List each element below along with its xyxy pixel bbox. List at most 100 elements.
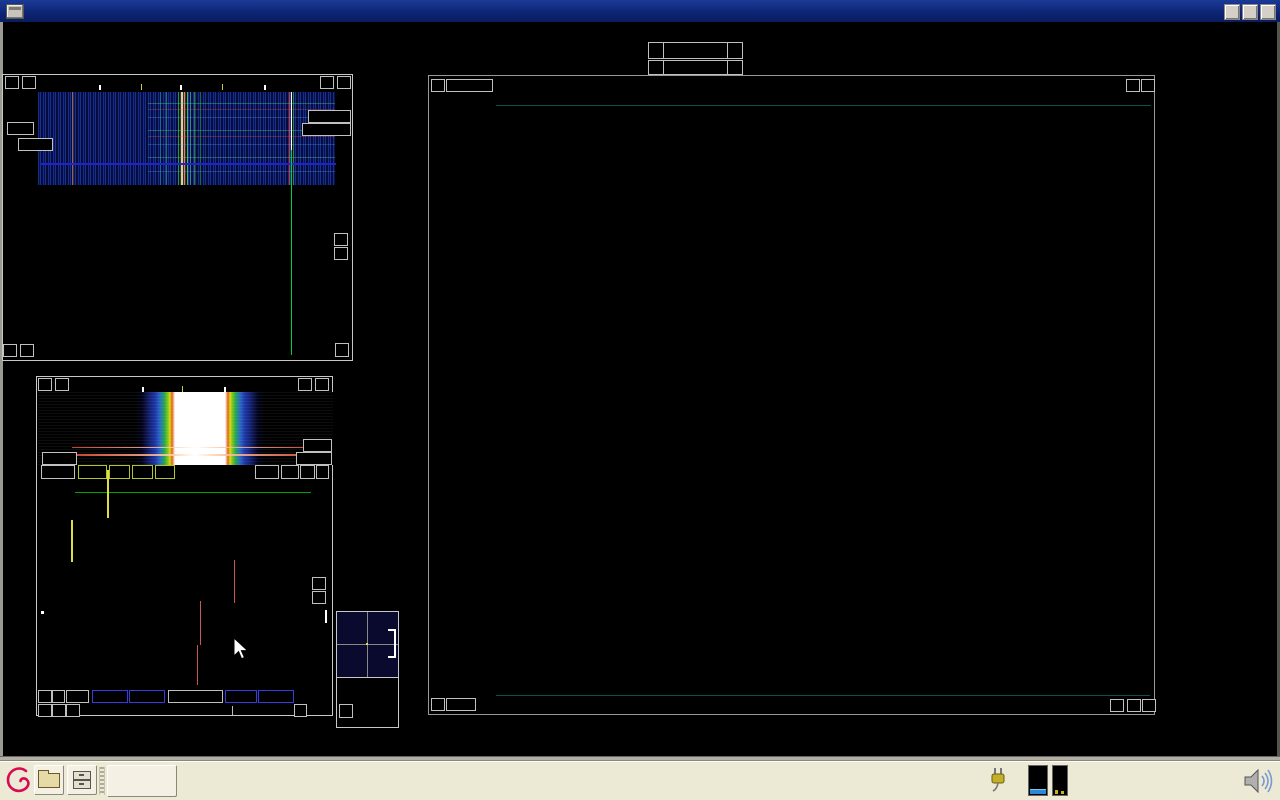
nb-gain-top-box[interactable] (303, 439, 332, 452)
file-cabinet-icon (73, 771, 91, 789)
nb-digit-box-2[interactable] (281, 465, 299, 479)
a2-button[interactable] (109, 465, 130, 479)
off-button-2[interactable] (129, 690, 165, 703)
waterfall-streak (72, 454, 318, 456)
restore-button[interactable] (1242, 4, 1258, 20)
ad-mode-control (648, 60, 743, 75)
rat-control[interactable] (168, 690, 223, 703)
tick (99, 85, 101, 90)
fr-right-button[interactable] (1110, 699, 1124, 712)
freq-up-button[interactable] (727, 43, 742, 58)
folder-icon (38, 773, 60, 788)
mode-down-button[interactable] (649, 61, 664, 74)
wb-bottom-down-button[interactable] (20, 344, 34, 357)
agc-button[interactable] (78, 465, 107, 479)
marker-dot (41, 611, 44, 614)
wb-gain-top-box[interactable] (308, 110, 351, 123)
tick (180, 85, 182, 90)
fr-left-button[interactable] (1127, 699, 1141, 712)
minimize-button[interactable] (1224, 4, 1240, 20)
nb-scroll-left2-button[interactable] (315, 378, 329, 391)
s-button[interactable] (339, 704, 353, 718)
nb-box-0[interactable] (294, 704, 307, 717)
mode-value[interactable] (664, 61, 727, 74)
off-button-3[interactable] (225, 690, 257, 703)
frequency-value[interactable] (664, 43, 727, 58)
taskbar-separator[interactable] (99, 767, 105, 795)
fr-down2-button[interactable] (1142, 699, 1156, 712)
file-manager-button[interactable] (34, 765, 64, 795)
taskbar-button[interactable] (107, 765, 177, 797)
nb-t-button[interactable] (66, 704, 80, 717)
narrowband-waterfall[interactable] (38, 392, 333, 465)
mode-up-button[interactable] (727, 61, 742, 74)
nb-box-2[interactable] (52, 690, 65, 703)
wb-up-button[interactable] (334, 233, 348, 246)
wb-marker-line-white (291, 92, 292, 150)
window-icon (6, 4, 24, 19)
wb-scroll-left2-button[interactable] (337, 76, 351, 89)
power-plug-icon[interactable] (989, 767, 1007, 794)
cpu-monitor-widget[interactable] (1028, 765, 1048, 796)
red-marker-line (197, 645, 198, 685)
fr-unit-box[interactable] (446, 698, 476, 711)
nb-scroll-right-button[interactable] (38, 378, 52, 391)
wb-scroll-right-button[interactable] (5, 76, 19, 89)
narrowband-panel (36, 376, 333, 716)
speaker-icon[interactable] (1243, 766, 1277, 796)
nb-digit-box-3[interactable] (300, 465, 315, 479)
tick (232, 706, 233, 715)
coherence-scope[interactable] (337, 612, 398, 677)
nb-down-button[interactable] (312, 591, 326, 604)
nb-digit-box-4[interactable] (316, 465, 329, 479)
linrad-application (0, 0, 1280, 800)
nb-scroll-right2-button[interactable] (298, 378, 312, 391)
nb-gain-bottom-box[interactable] (296, 452, 332, 465)
fr-down-button[interactable] (431, 698, 445, 711)
fr-step-trace (429, 76, 1154, 714)
wb-box-9[interactable] (7, 122, 34, 135)
yellow-marker-line (107, 470, 109, 518)
nb-up-button[interactable] (312, 577, 326, 590)
nb-box-4[interactable] (258, 690, 294, 703)
nb-up2-button[interactable] (38, 704, 52, 717)
nb-scroll-left-button[interactable] (55, 378, 69, 391)
tick-yellow (222, 84, 223, 90)
wb-scroll-right2-button[interactable] (320, 76, 334, 89)
mouse-cursor (233, 637, 253, 665)
frequency-control (648, 42, 743, 59)
coherence-panel (336, 611, 399, 728)
wideband-panel (2, 74, 353, 361)
wb-scroll-left-button[interactable] (22, 76, 36, 89)
red-marker-line (200, 601, 201, 645)
close-button[interactable] (1260, 4, 1276, 20)
h2-button[interactable] (155, 465, 175, 479)
scope-bracket (388, 629, 396, 658)
title-bar[interactable] (0, 0, 1280, 22)
freq-down-button[interactable] (649, 43, 664, 58)
nb-digit-box-1[interactable] (255, 465, 279, 479)
off-button-1[interactable] (92, 690, 128, 703)
yellow-marker-line (71, 520, 73, 562)
wb-box-1[interactable] (335, 343, 349, 357)
waterfall-streak (72, 447, 318, 448)
net-monitor-widget[interactable] (1052, 765, 1068, 796)
nb-plus-button[interactable] (38, 690, 52, 703)
nb-box-13[interactable] (41, 465, 75, 479)
nb-down2-button[interactable] (52, 704, 66, 717)
wb-bottom-up-button[interactable] (3, 344, 17, 357)
drawers-button[interactable] (67, 765, 97, 795)
debian-menu-icon[interactable] (4, 764, 32, 796)
red-marker-line (234, 560, 235, 603)
wb-gain-bottom-box[interactable] (302, 123, 351, 136)
nb-box-50[interactable] (42, 452, 77, 465)
tick (264, 85, 266, 90)
wb-down-button[interactable] (334, 247, 348, 260)
task-button-strip (107, 765, 177, 797)
wb-box-10[interactable] (18, 138, 53, 151)
divider (337, 677, 398, 678)
tick-yellow (141, 84, 142, 90)
taskbar (0, 760, 1280, 800)
r4-button[interactable] (132, 465, 153, 479)
nb-box-16[interactable] (66, 690, 89, 703)
